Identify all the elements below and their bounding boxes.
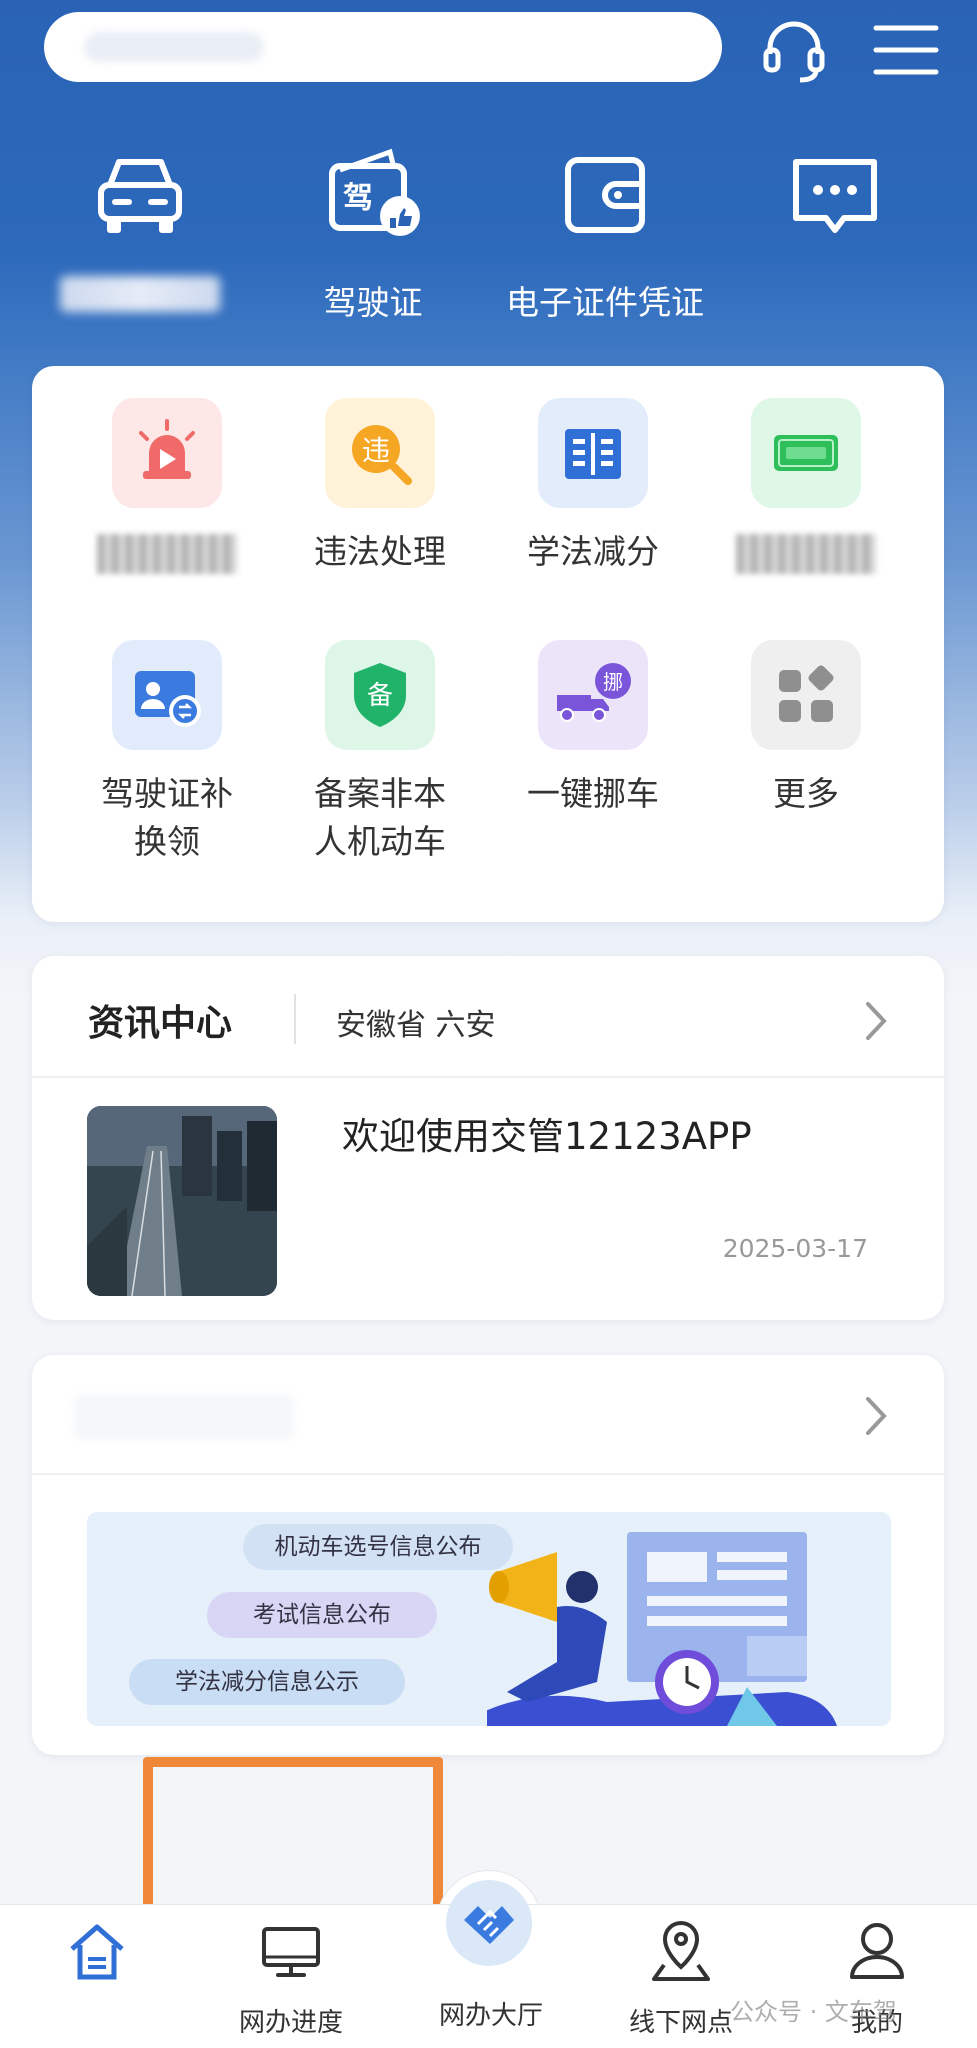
grid-more-icon xyxy=(779,665,834,722)
service-record-vehicle[interactable]: 备 备案非本 人机动车 xyxy=(280,640,480,866)
tab-home[interactable] xyxy=(22,1915,172,2002)
driver-license-icon: 驾 xyxy=(329,148,420,236)
service-label: 一键挪车 xyxy=(527,774,659,813)
quick-action-driver-license[interactable]: 驾 驾驶证 xyxy=(298,140,448,324)
service-icon-tile xyxy=(112,640,222,750)
banner-pill[interactable]: 考试信息公布 xyxy=(207,1592,437,1638)
service-icon-tile xyxy=(112,398,222,508)
handshake-icon[interactable] xyxy=(456,1890,522,1956)
news-location[interactable]: 安徽省 六安 xyxy=(336,1000,496,1044)
alarm-light-icon xyxy=(139,419,195,479)
wallet-icon xyxy=(565,157,645,233)
service-icon-tile: 违 xyxy=(325,398,435,508)
news-section-title: 资讯中心 xyxy=(88,1003,233,1044)
news-card: 资讯中心 安徽省 六安 欢迎使用交管12123APP 2025-03-17 xyxy=(32,956,944,1320)
service-violation[interactable]: 违 违法处理 xyxy=(280,398,480,576)
quick-action-car[interactable] xyxy=(60,140,220,312)
service-license-renew[interactable]: 驾驶证补 换领 xyxy=(67,640,267,866)
plate-number-redacted xyxy=(60,276,220,312)
service-label: 备案非本 人机动车 xyxy=(280,770,480,866)
quick-action-e-certificate[interactable]: 电子证件凭证 xyxy=(490,140,720,324)
map-pin-icon xyxy=(652,1920,710,1981)
service-plate[interactable] xyxy=(706,398,906,574)
headset-icon[interactable] xyxy=(758,14,830,86)
move-car-icon-glyph: 挪 xyxy=(603,670,623,694)
violation-icon-glyph: 违 xyxy=(362,434,390,467)
service-study[interactable]: 学法减分 xyxy=(493,398,693,576)
user-icon xyxy=(850,1923,904,1979)
service-icon-tile xyxy=(751,398,861,508)
service-icon-tile: 挪 xyxy=(538,640,648,750)
service-icon-tile: 备 xyxy=(325,640,435,750)
quick-action-label: 驾驶证 xyxy=(323,283,423,322)
shield-icon: 备 xyxy=(354,663,406,727)
service-label: 更多 xyxy=(773,774,839,813)
service-icon-tile xyxy=(751,640,861,750)
service-label: 学法减分 xyxy=(527,532,659,571)
announcement-illustration xyxy=(487,1532,837,1726)
service-label-redacted xyxy=(736,534,876,574)
service-label-line: 驾驶证补 xyxy=(101,774,233,813)
services-card: 违 违法处理 学法减分 驾驶证补 换领 备 备案非本 人机动车 挪 一键挪车 更… xyxy=(32,366,944,922)
tab-label: 网办进度 xyxy=(238,2008,343,2038)
divider xyxy=(32,1076,944,1078)
quick-action-message[interactable] xyxy=(760,140,910,258)
id-card-exchange-icon xyxy=(135,671,201,727)
truck-icon: 挪 xyxy=(557,663,631,722)
divider xyxy=(32,1473,944,1475)
car-icon xyxy=(98,159,182,233)
service-more[interactable]: 更多 xyxy=(706,640,906,818)
service-label-line: 备案非本 xyxy=(314,774,446,813)
license-icon-glyph: 驾 xyxy=(343,181,373,216)
quick-action-label: 电子证件凭证 xyxy=(506,283,704,322)
info-banner[interactable]: 机动车选号信息公布 考试信息公布 学法减分信息公示 xyxy=(87,1512,891,1726)
service-alert[interactable] xyxy=(67,398,267,574)
watermark-text: 公众号 · 文车驾 xyxy=(730,1998,897,2026)
news-date: 2025-03-17 xyxy=(722,1234,868,1263)
chevron-right-icon[interactable] xyxy=(862,996,892,1046)
news-thumbnail xyxy=(87,1106,277,1296)
divider xyxy=(294,994,296,1044)
tab-label: 网办大厅 xyxy=(438,2001,543,2031)
chevron-right-icon[interactable] xyxy=(862,1391,892,1441)
chat-icon xyxy=(793,159,877,233)
service-label-redacted xyxy=(97,534,237,574)
service-icon-tile xyxy=(538,398,648,508)
news-headline: 欢迎使用交管12123APP xyxy=(342,1115,752,1158)
license-plate-icon xyxy=(774,435,838,471)
tab-progress[interactable]: 网办进度 xyxy=(216,1915,366,2039)
service-label: 违法处理 xyxy=(314,532,446,571)
violation-search-icon: 违 xyxy=(352,425,412,485)
book-icon xyxy=(565,429,621,479)
menu-icon[interactable] xyxy=(870,14,942,86)
info-card: 机动车选号信息公布 考试信息公布 学法减分信息公示 xyxy=(32,1355,944,1755)
search-input[interactable] xyxy=(44,12,722,82)
banner-pill[interactable]: 学法减分信息公示 xyxy=(129,1659,405,1705)
service-label-line: 人机动车 xyxy=(314,822,446,861)
monitor-icon xyxy=(262,1927,320,1977)
service-label-line: 换领 xyxy=(134,822,200,861)
service-move-car[interactable]: 挪 一键挪车 xyxy=(493,640,693,818)
info-title-redacted xyxy=(74,1395,294,1439)
home-icon xyxy=(70,1924,124,1980)
search-placeholder-redacted xyxy=(84,32,264,62)
banner-pill[interactable]: 机动车选号信息公布 xyxy=(243,1524,513,1570)
service-label: 驾驶证补 换领 xyxy=(67,770,267,866)
shield-icon-glyph: 备 xyxy=(367,681,393,711)
